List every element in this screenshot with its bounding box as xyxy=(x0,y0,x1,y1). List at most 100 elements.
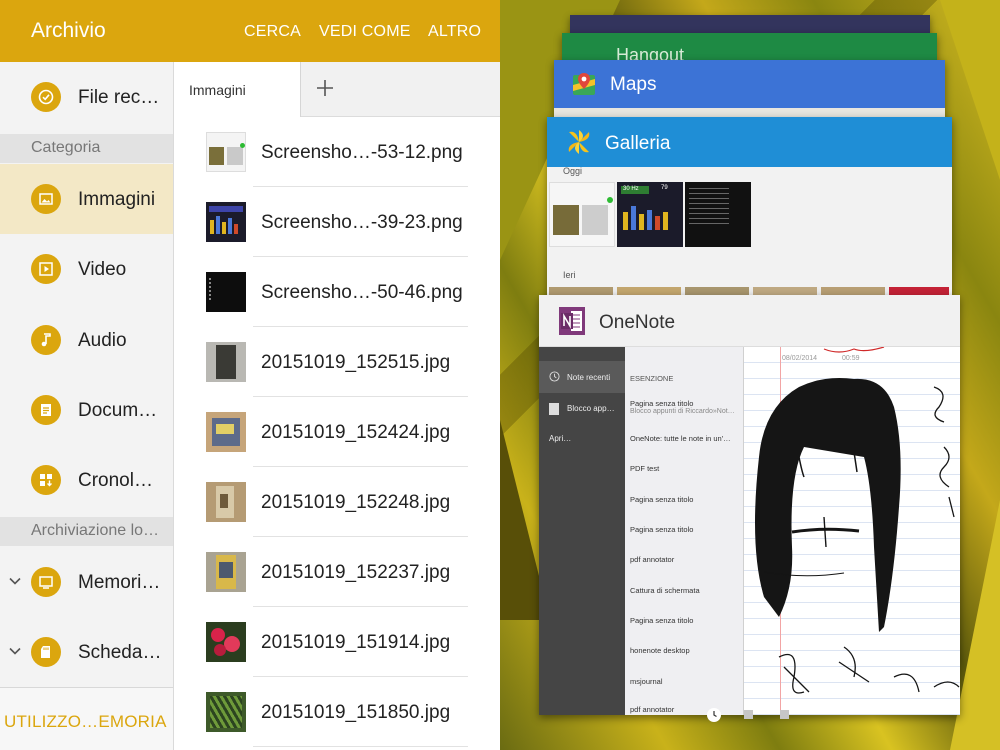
sidebar-item-immagini[interactable]: Immagini xyxy=(0,164,173,234)
galleria-today-label: Oggi xyxy=(563,166,583,176)
galleria-header: Galleria xyxy=(547,117,952,167)
recents-control-dot[interactable] xyxy=(780,710,789,719)
sidebar-item-cronologia[interactable]: Cronol… xyxy=(0,445,173,515)
altro-button[interactable]: ALTRO xyxy=(428,23,481,41)
onenote-list-item[interactable]: Pagina senza titolo xyxy=(630,616,693,625)
file-thumbnail xyxy=(206,552,246,592)
onenote-list-item[interactable]: msjournal xyxy=(630,677,663,686)
galleria-thumb[interactable] xyxy=(549,182,615,247)
recent-app-card-back[interactable] xyxy=(570,15,930,35)
onenote-list-item[interactable]: pdf annotator xyxy=(630,555,674,564)
video-icon xyxy=(31,254,61,284)
file-thumbnail xyxy=(206,202,246,242)
galleria-yesterday-label: Ieri xyxy=(563,270,576,280)
onenote-title: OneNote xyxy=(599,312,676,333)
category-header: Categoria xyxy=(0,134,173,163)
onenote-sidebar-item[interactable]: Apri… xyxy=(549,434,571,443)
maps-header: Maps xyxy=(554,60,945,108)
sidebar-item-video[interactable]: Video xyxy=(0,234,173,304)
tab-immagini[interactable]: Immagini xyxy=(175,62,301,117)
tab-label: Immagini xyxy=(189,82,246,98)
onenote-list-item[interactable]: Cattura di schermata xyxy=(630,586,700,595)
music-note-icon xyxy=(31,325,61,355)
chevron-down-icon[interactable] xyxy=(8,644,22,658)
file-thumbnail xyxy=(206,412,246,452)
galleria-thumb-value: 79 xyxy=(661,185,668,191)
galleria-thumb[interactable]: 30 Hz 79 xyxy=(617,182,683,247)
onenote-list-item[interactable]: OneNote: tutte le note in un'… xyxy=(630,434,731,443)
file-row[interactable]: 20151019_151850.jpg xyxy=(175,677,500,747)
notebook-icon xyxy=(549,403,559,415)
recent-app-card-galleria[interactable]: Galleria Oggi 30 Hz 79 Ieri xyxy=(547,117,952,302)
file-thumbnail xyxy=(206,272,246,312)
handwritten-drawing xyxy=(755,347,960,694)
sidebar-item-label: Video xyxy=(78,259,127,280)
sidebar-item-audio[interactable]: Audio xyxy=(0,305,173,375)
recent-app-card-onenote[interactable]: OneNote Note recenti Blocco app… Apri… E… xyxy=(539,295,960,715)
onenote-list-header: ESENZIONE xyxy=(630,374,674,383)
sidebar-item-label: Scheda… xyxy=(78,642,162,663)
sidebar-item-memoria[interactable]: Memori… xyxy=(0,547,173,617)
onenote-list-item[interactable]: Pagina senza titolo xyxy=(630,399,693,408)
storage-usage-label: UTILIZZO…EMORIA xyxy=(4,712,167,731)
sidebar-item-scheda[interactable]: Scheda… xyxy=(0,617,173,687)
file-row[interactable]: 20151019_151914.jpg xyxy=(175,607,500,677)
file-name: Screensho…-39-23.png xyxy=(261,212,463,233)
vedi-come-button[interactable]: VEDI COME xyxy=(319,23,411,41)
galleria-thumb-readout: 30 Hz xyxy=(623,186,639,192)
onenote-page-list: ESENZIONE Pagina senza titolo Blocco app… xyxy=(625,347,743,715)
tab-bar: Immagini xyxy=(175,62,500,117)
file-name: 20151019_152424.jpg xyxy=(261,422,451,443)
recent-app-card-maps[interactable]: Maps xyxy=(554,60,945,120)
onenote-list-item[interactable]: PDF test xyxy=(630,464,659,473)
storage-usage-button[interactable]: UTILIZZO…EMORIA xyxy=(0,687,173,750)
sidebar-item-label: Audio xyxy=(78,330,127,351)
file-row[interactable]: 20151019_152515.jpg xyxy=(175,327,500,397)
category-header-label: Categoria xyxy=(31,139,101,156)
file-row[interactable]: 20151019_152424.jpg xyxy=(175,397,500,467)
galleria-thumb[interactable] xyxy=(685,182,751,247)
maps-title: Maps xyxy=(610,74,657,95)
sidebar-item-label: Docum… xyxy=(78,400,158,421)
file-row[interactable]: 20151019_152248.jpg xyxy=(175,467,500,537)
sidebar-item-recent[interactable]: File rec… xyxy=(0,62,173,132)
file-list: Screensho…-53-12.png Screensho…-39-23.pn… xyxy=(175,117,500,750)
onenote-sidebar-item[interactable]: Note recenti xyxy=(567,373,610,382)
document-icon xyxy=(31,395,61,425)
galleria-title: Galleria xyxy=(605,133,671,154)
file-thumbnail xyxy=(206,342,246,382)
sd-card-icon xyxy=(31,637,61,667)
sidebar-item-label: Memori… xyxy=(78,572,161,593)
onenote-sidebar-item[interactable]: Blocco app… xyxy=(567,404,615,413)
storage-header-label: Archiviazione lo… xyxy=(31,522,160,539)
sidebar-item-label: Cronol… xyxy=(78,470,153,491)
file-name: 20151019_152248.jpg xyxy=(261,492,451,513)
app-bar: Archivio CERCA VEDI COME ALTRO xyxy=(0,0,500,62)
chevron-down-icon[interactable] xyxy=(8,574,22,588)
cerca-button[interactable]: CERCA xyxy=(244,23,301,41)
file-name: 20151019_152237.jpg xyxy=(261,562,451,583)
onenote-note-canvas[interactable]: 08/02/2014 00:59 xyxy=(743,347,960,715)
file-row[interactable]: Screensho…-53-12.png xyxy=(175,117,500,187)
file-row[interactable]: 20151019_152237.jpg xyxy=(175,537,500,607)
onenote-list-item[interactable]: Pagina senza titolo xyxy=(630,495,693,504)
onenote-icon xyxy=(559,307,585,335)
add-tab-icon[interactable] xyxy=(315,78,335,98)
file-thumbnail xyxy=(206,132,246,172)
onenote-list-sub: Blocco appunti di Riccardo»Not… xyxy=(630,408,735,415)
file-name: 20151019_152515.jpg xyxy=(261,352,451,373)
clock-icon[interactable] xyxy=(706,707,722,723)
recent-app-card-hangout[interactable]: Hangout xyxy=(562,33,937,63)
recent-apps-overview: Hangout Maps Galleria Oggi 30 Hz 79 Ieri… xyxy=(500,0,1000,750)
onenote-list-item[interactable]: Pagina senza titolo xyxy=(630,525,693,534)
device-storage-icon xyxy=(31,567,61,597)
file-row[interactable]: Screensho…-50-46.png xyxy=(175,257,500,327)
file-name: Screensho…-53-12.png xyxy=(261,142,463,163)
file-row[interactable]: Screensho…-39-23.png xyxy=(175,187,500,257)
sidebar-item-documenti[interactable]: Docum… xyxy=(0,375,173,445)
clock-icon xyxy=(549,371,560,382)
onenote-list-item[interactable]: pdf annotator xyxy=(630,705,674,714)
onenote-list-item[interactable]: honenote desktop xyxy=(630,646,690,655)
onenote-header: OneNote xyxy=(539,295,960,347)
recents-control-dot[interactable] xyxy=(744,710,753,719)
